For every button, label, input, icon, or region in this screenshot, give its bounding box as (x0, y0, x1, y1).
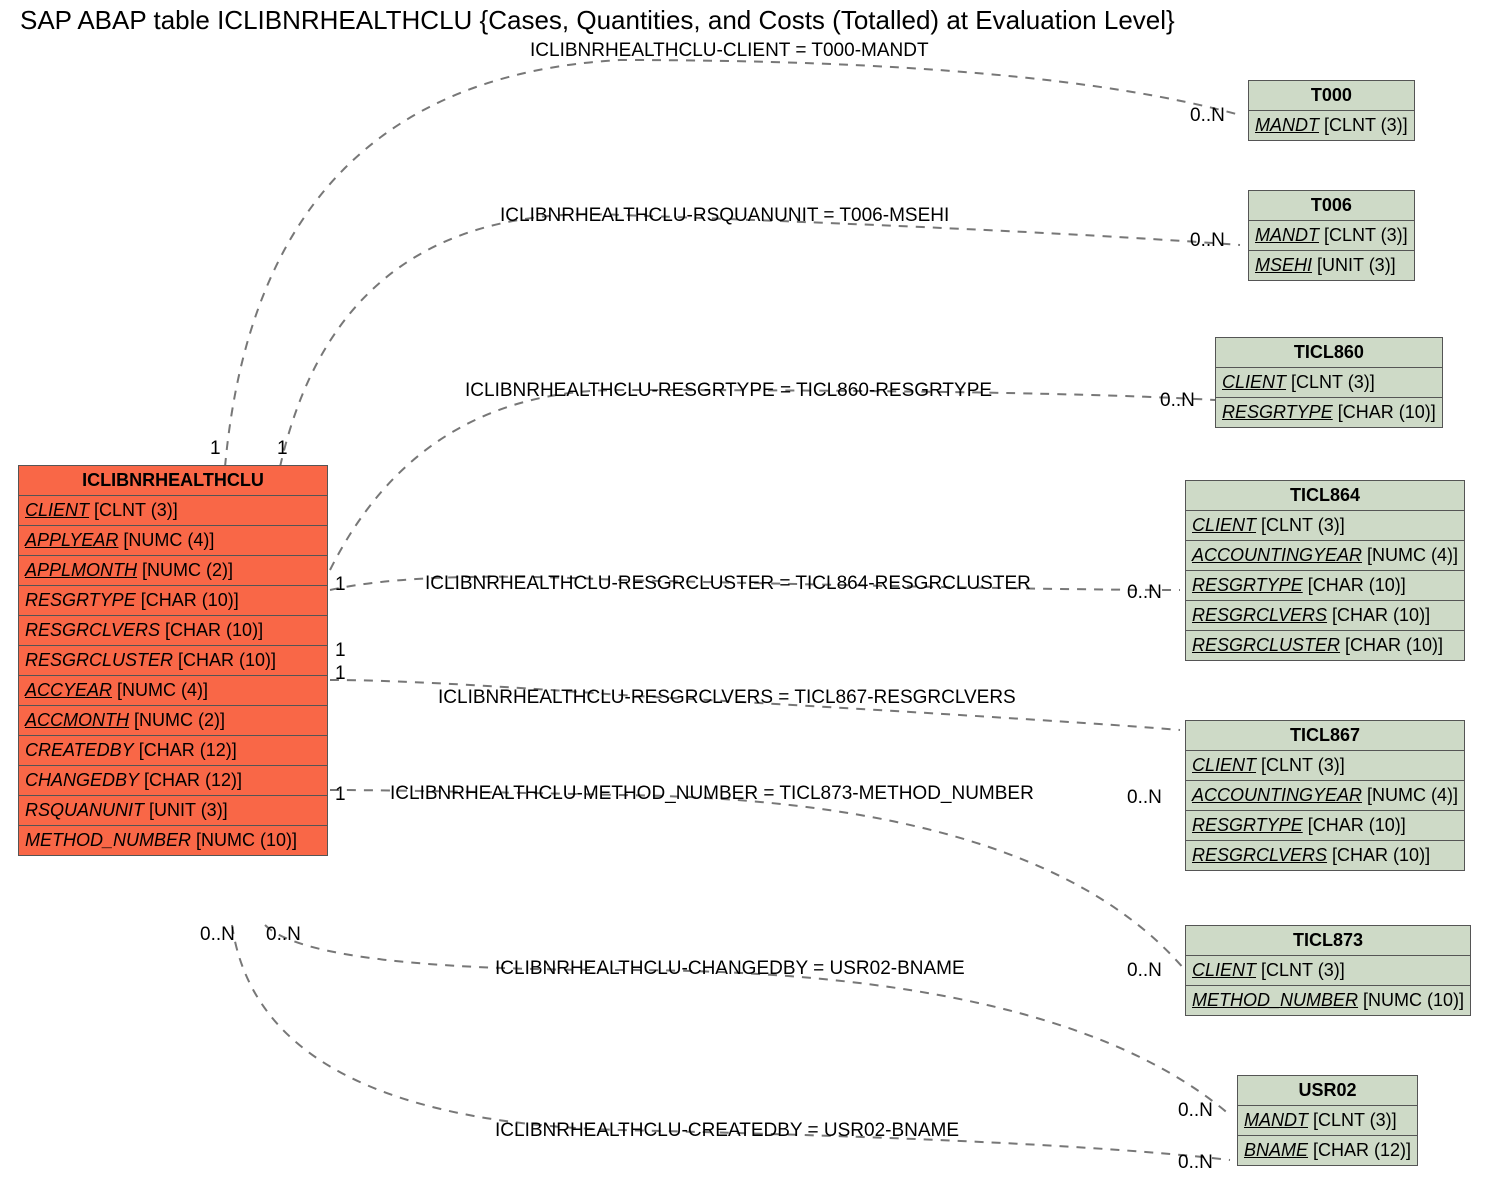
table-row: RESGRCLVERS [CHAR (10)] (1185, 601, 1465, 631)
multiplicity-label: 1 (335, 663, 346, 685)
table-title: TICL867 (1185, 720, 1465, 751)
table-row: MANDT [CLNT (3)] (1248, 221, 1415, 251)
table-row: ACCMONTH [NUMC (2)] (18, 706, 328, 736)
relation-label: ICLIBNRHEALTHCLU-CLIENT = T000-MANDT (530, 40, 929, 62)
table-row: CLIENT [CLNT (3)] (1215, 368, 1443, 398)
table-title: T000 (1248, 80, 1415, 111)
table-row: CLIENT [CLNT (3)] (1185, 751, 1465, 781)
multiplicity-label: 1 (277, 438, 288, 460)
multiplicity-label: 0..N (1127, 787, 1162, 809)
table-usr02: USR02MANDT [CLNT (3)]BNAME [CHAR (12)] (1237, 1075, 1418, 1166)
table-row: ACCOUNTINGYEAR [NUMC (4)] (1185, 781, 1465, 811)
table-t006: T006MANDT [CLNT (3)]MSEHI [UNIT (3)] (1248, 190, 1415, 281)
relation-label: ICLIBNRHEALTHCLU-RESGRCLUSTER = TICL864-… (425, 573, 1031, 595)
relation-label: ICLIBNRHEALTHCLU-CHANGEDBY = USR02-BNAME (495, 958, 965, 980)
relation-label: ICLIBNRHEALTHCLU-RESGRCLVERS = TICL867-R… (438, 687, 1016, 709)
table-ticl864: TICL864CLIENT [CLNT (3)]ACCOUNTINGYEAR [… (1185, 480, 1465, 661)
relation-label: ICLIBNRHEALTHCLU-METHOD_NUMBER = TICL873… (390, 783, 1034, 805)
table-row: RESGRTYPE [CHAR (10)] (1185, 811, 1465, 841)
multiplicity-label: 1 (335, 784, 346, 806)
table-row: RESGRCLUSTER [CHAR (10)] (1185, 631, 1465, 661)
table-row: MSEHI [UNIT (3)] (1248, 251, 1415, 281)
table-row: APPLYEAR [NUMC (4)] (18, 526, 328, 556)
table-row: RESGRTYPE [CHAR (10)] (1215, 398, 1443, 428)
multiplicity-label: 0..N (1127, 582, 1162, 604)
table-row: APPLMONTH [NUMC (2)] (18, 556, 328, 586)
multiplicity-label: 0..N (200, 924, 235, 946)
table-row: METHOD_NUMBER [NUMC (10)] (1185, 986, 1471, 1016)
multiplicity-label: 1 (210, 438, 221, 460)
relation-label: ICLIBNRHEALTHCLU-CREATEDBY = USR02-BNAME (495, 1120, 959, 1142)
multiplicity-label: 0..N (1127, 960, 1162, 982)
table-ticl867: TICL867CLIENT [CLNT (3)]ACCOUNTINGYEAR [… (1185, 720, 1465, 871)
table-row: CLIENT [CLNT (3)] (1185, 956, 1471, 986)
multiplicity-label: 0..N (266, 924, 301, 946)
table-row: METHOD_NUMBER [NUMC (10)] (18, 826, 328, 856)
table-row: ACCOUNTINGYEAR [NUMC (4)] (1185, 541, 1465, 571)
table-row: CREATEDBY [CHAR (12)] (18, 736, 328, 766)
table-row: MANDT [CLNT (3)] (1237, 1106, 1418, 1136)
multiplicity-label: 0..N (1190, 105, 1225, 127)
table-row: RESGRTYPE [CHAR (10)] (1185, 571, 1465, 601)
table-row: MANDT [CLNT (3)] (1248, 111, 1415, 141)
table-row: BNAME [CHAR (12)] (1237, 1136, 1418, 1166)
multiplicity-label: 0..N (1178, 1152, 1213, 1174)
relation-label: ICLIBNRHEALTHCLU-RSQUANUNIT = T006-MSEHI (500, 205, 949, 227)
table-title: TICL864 (1185, 480, 1465, 511)
er-diagram-canvas: SAP ABAP table ICLIBNRHEALTHCLU {Cases, … (0, 0, 1493, 1202)
table-row: CLIENT [CLNT (3)] (1185, 511, 1465, 541)
table-ticl873: TICL873CLIENT [CLNT (3)]METHOD_NUMBER [N… (1185, 925, 1471, 1016)
table-title: TICL873 (1185, 925, 1471, 956)
multiplicity-label: 1 (335, 640, 346, 662)
table-title: TICL860 (1215, 337, 1443, 368)
table-row: ACCYEAR [NUMC (4)] (18, 676, 328, 706)
table-row: RESGRCLVERS [CHAR (10)] (18, 616, 328, 646)
multiplicity-label: 0..N (1178, 1100, 1213, 1122)
table-row: CLIENT [CLNT (3)] (18, 496, 328, 526)
table-ticl860: TICL860CLIENT [CLNT (3)]RESGRTYPE [CHAR … (1215, 337, 1443, 428)
table-row: RESGRTYPE [CHAR (10)] (18, 586, 328, 616)
relation-label: ICLIBNRHEALTHCLU-RESGRTYPE = TICL860-RES… (465, 380, 992, 402)
table-row: RESGRCLUSTER [CHAR (10)] (18, 646, 328, 676)
table-main: ICLIBNRHEALTHCLU CLIENT [CLNT (3)]APPLYE… (18, 465, 328, 856)
table-row: RSQUANUNIT [UNIT (3)] (18, 796, 328, 826)
table-title: ICLIBNRHEALTHCLU (18, 465, 328, 496)
table-t000: T000MANDT [CLNT (3)] (1248, 80, 1415, 141)
multiplicity-label: 1 (335, 574, 346, 596)
multiplicity-label: 0..N (1190, 230, 1225, 252)
table-title: T006 (1248, 190, 1415, 221)
table-row: RESGRCLVERS [CHAR (10)] (1185, 841, 1465, 871)
table-row: CHANGEDBY [CHAR (12)] (18, 766, 328, 796)
multiplicity-label: 0..N (1160, 390, 1195, 412)
table-title: USR02 (1237, 1075, 1418, 1106)
